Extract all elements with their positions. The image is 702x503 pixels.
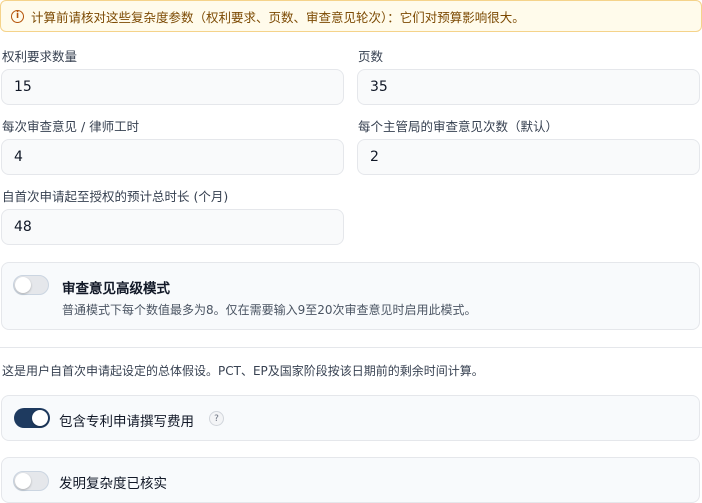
complexity-verified-toggle[interactable] — [13, 471, 49, 491]
claims-input[interactable] — [1, 69, 344, 105]
complexity-verified-label: 发明复杂度已核实 — [59, 476, 167, 492]
include-drafting-label: 包含专利申请撰写费用 — [59, 414, 194, 430]
include-drafting-toggle[interactable] — [14, 408, 50, 428]
toggle-knob — [32, 410, 48, 426]
pages-label: 页数 — [358, 49, 384, 64]
complexity-verified-card: 发明复杂度已核实 — [1, 457, 700, 503]
section-divider — [0, 347, 702, 348]
claims-label: 权利要求数量 — [2, 49, 78, 64]
toggle-knob — [15, 277, 31, 293]
hours-per-oa-label: 每次审查意见 / 律师工时 — [2, 119, 140, 134]
advanced-mode-title: 审查意见高级模式 — [62, 281, 170, 297]
toggle-knob — [15, 473, 31, 489]
info-notice: i 计算前请核对这些复杂度参数（权利要求、页数、审查意见轮次）：它们对预算影响很… — [0, 0, 702, 32]
hours-per-oa-input[interactable] — [1, 139, 344, 175]
advanced-mode-toggle[interactable] — [13, 275, 49, 295]
advanced-mode-card: 审查意见高级模式 普通模式下每个数值最多为8。仅在需要输入9至20次审查意见时启… — [1, 262, 700, 330]
oa-per-office-label: 每个主管局的审查意见次数（默认） — [358, 119, 559, 134]
info-circle-icon: i — [11, 9, 24, 23]
help-icon[interactable]: ? — [209, 411, 224, 426]
total-duration-input[interactable] — [1, 209, 344, 245]
advanced-mode-description: 普通模式下每个数值最多为8。仅在需要输入9至20次审查意见时启用此模式。 — [62, 303, 477, 317]
include-drafting-card: 包含专利申请撰写费用 ? — [1, 395, 700, 441]
oa-per-office-input[interactable] — [357, 139, 700, 175]
assumption-note: 这是用户自首次申请起设定的总体假设。PCT、EP及国家阶段按该日期前的剩余时间计… — [2, 364, 484, 378]
total-duration-label: 自首次申请起至授权的预计总时长 (个月) — [2, 189, 229, 204]
notice-text: 计算前请核对这些复杂度参数（权利要求、页数、审查意见轮次）：它们对预算影响很大。 — [31, 9, 525, 25]
pages-input[interactable] — [357, 69, 700, 105]
